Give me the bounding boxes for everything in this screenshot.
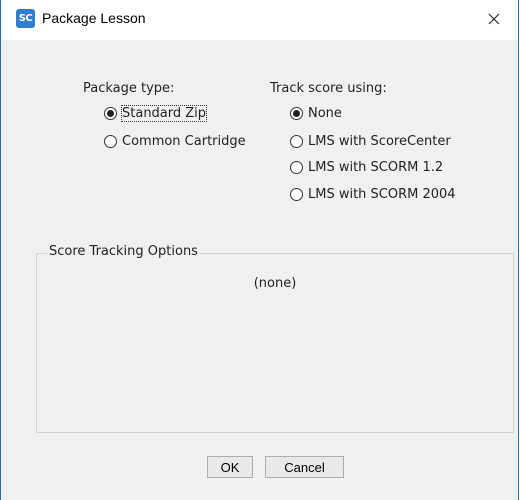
radio-standard-zip[interactable]: Standard Zip xyxy=(104,105,208,122)
close-button[interactable] xyxy=(472,0,516,40)
ok-button[interactable]: OK xyxy=(207,456,253,478)
radio-indicator xyxy=(290,161,303,174)
radio-label: Common Cartridge xyxy=(122,134,246,149)
score-tracking-options-group: Score Tracking Options (none) xyxy=(36,244,514,433)
package-type-label: Package type: xyxy=(83,81,175,96)
radio-label: LMS with ScoreCenter xyxy=(308,134,451,149)
radio-label: None xyxy=(308,106,342,121)
radio-indicator xyxy=(290,188,303,201)
radio-indicator xyxy=(290,107,303,120)
radio-indicator xyxy=(104,135,117,148)
radio-lms-scorm-12[interactable]: LMS with SCORM 1.2 xyxy=(290,160,443,175)
package-lesson-dialog: SC Package Lesson Package type: Standard… xyxy=(0,0,519,500)
radio-label: LMS with SCORM 2004 xyxy=(308,187,456,202)
radio-indicator xyxy=(290,135,303,148)
radio-lms-scorecenter[interactable]: LMS with ScoreCenter xyxy=(290,134,451,149)
track-score-label: Track score using: xyxy=(270,81,387,96)
radio-indicator xyxy=(104,107,117,120)
close-icon xyxy=(488,13,500,25)
radio-label: Standard Zip xyxy=(120,105,208,122)
radio-label: LMS with SCORM 1.2 xyxy=(308,160,444,175)
dialog-title: Package Lesson xyxy=(42,10,146,26)
cancel-button[interactable]: Cancel xyxy=(265,456,344,478)
radio-common-cartridge[interactable]: Common Cartridge xyxy=(104,134,246,149)
sc-app-icon: SC xyxy=(16,9,35,28)
radio-none[interactable]: None xyxy=(290,106,342,121)
radio-lms-scorm-2004[interactable]: LMS with SCORM 2004 xyxy=(290,187,456,202)
title-bar: SC Package Lesson xyxy=(1,0,518,40)
empty-options-text: (none) xyxy=(253,276,297,291)
group-legend: Score Tracking Options xyxy=(47,244,200,259)
